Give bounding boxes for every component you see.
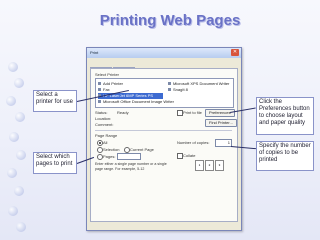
preferences-button[interactable]: Preferences bbox=[205, 109, 235, 117]
callout-copies: Specify the number of copies to be print… bbox=[256, 141, 314, 171]
status-label: Status: bbox=[95, 110, 108, 115]
dialog-titlebar: Print ✕ bbox=[87, 48, 241, 58]
page-hint-line2: page range. For example, 5-12 bbox=[95, 167, 145, 171]
copies-label: Number of copies: bbox=[177, 140, 210, 145]
range-all-label: All bbox=[103, 140, 108, 145]
printer-item[interactable]: SnagIt 8 bbox=[168, 87, 213, 93]
find-printer-button[interactable]: Find Printer... bbox=[205, 119, 237, 127]
page-range-label: Page Range bbox=[95, 133, 118, 138]
range-pages-label: Pages: bbox=[103, 154, 116, 159]
select-printer-label: Select Printer bbox=[95, 72, 120, 77]
slide: Printing Web Pages Print ✕ GeneralOption… bbox=[0, 0, 320, 240]
comment-label: Comment: bbox=[95, 122, 114, 127]
range-current-label: Current Page bbox=[130, 147, 154, 152]
collate-page-icon: 1 bbox=[195, 160, 204, 171]
tab-general-panel: Select Printer Add Printer Fax HP LaserJ… bbox=[90, 68, 238, 222]
dialog-tabs: GeneralOptions bbox=[90, 60, 136, 76]
collate-page-icon: 3 bbox=[215, 160, 224, 171]
pages-input[interactable] bbox=[117, 153, 141, 160]
location-label: Location: bbox=[95, 116, 112, 121]
decorative-bubbles bbox=[0, 0, 36, 240]
close-icon[interactable]: ✕ bbox=[231, 49, 239, 56]
page-hint-line1: Enter either a single page number or a s… bbox=[95, 162, 167, 166]
collate-label: Collate bbox=[183, 153, 196, 158]
range-selection-label: Selection bbox=[103, 147, 120, 152]
slide-title: Printing Web Pages bbox=[99, 12, 241, 29]
callout-select-printer: Select a printer for use bbox=[33, 90, 77, 112]
status-value: Ready bbox=[117, 110, 129, 115]
dialog-title: Print bbox=[90, 50, 99, 55]
callout-select-pages: Select which pages to print bbox=[33, 152, 77, 174]
print-to-file-label: Print to file bbox=[183, 110, 202, 115]
printer-item[interactable]: Microsoft Office Document Image Writer bbox=[98, 99, 174, 105]
callout-preferences: Click the Preferences button to choose l… bbox=[256, 97, 314, 135]
collate-page-icon: 2 bbox=[205, 160, 214, 171]
divider bbox=[95, 130, 232, 131]
copies-input[interactable]: 1 bbox=[215, 139, 232, 147]
print-dialog: Print ✕ GeneralOptions Select Printer Ad… bbox=[86, 47, 242, 231]
